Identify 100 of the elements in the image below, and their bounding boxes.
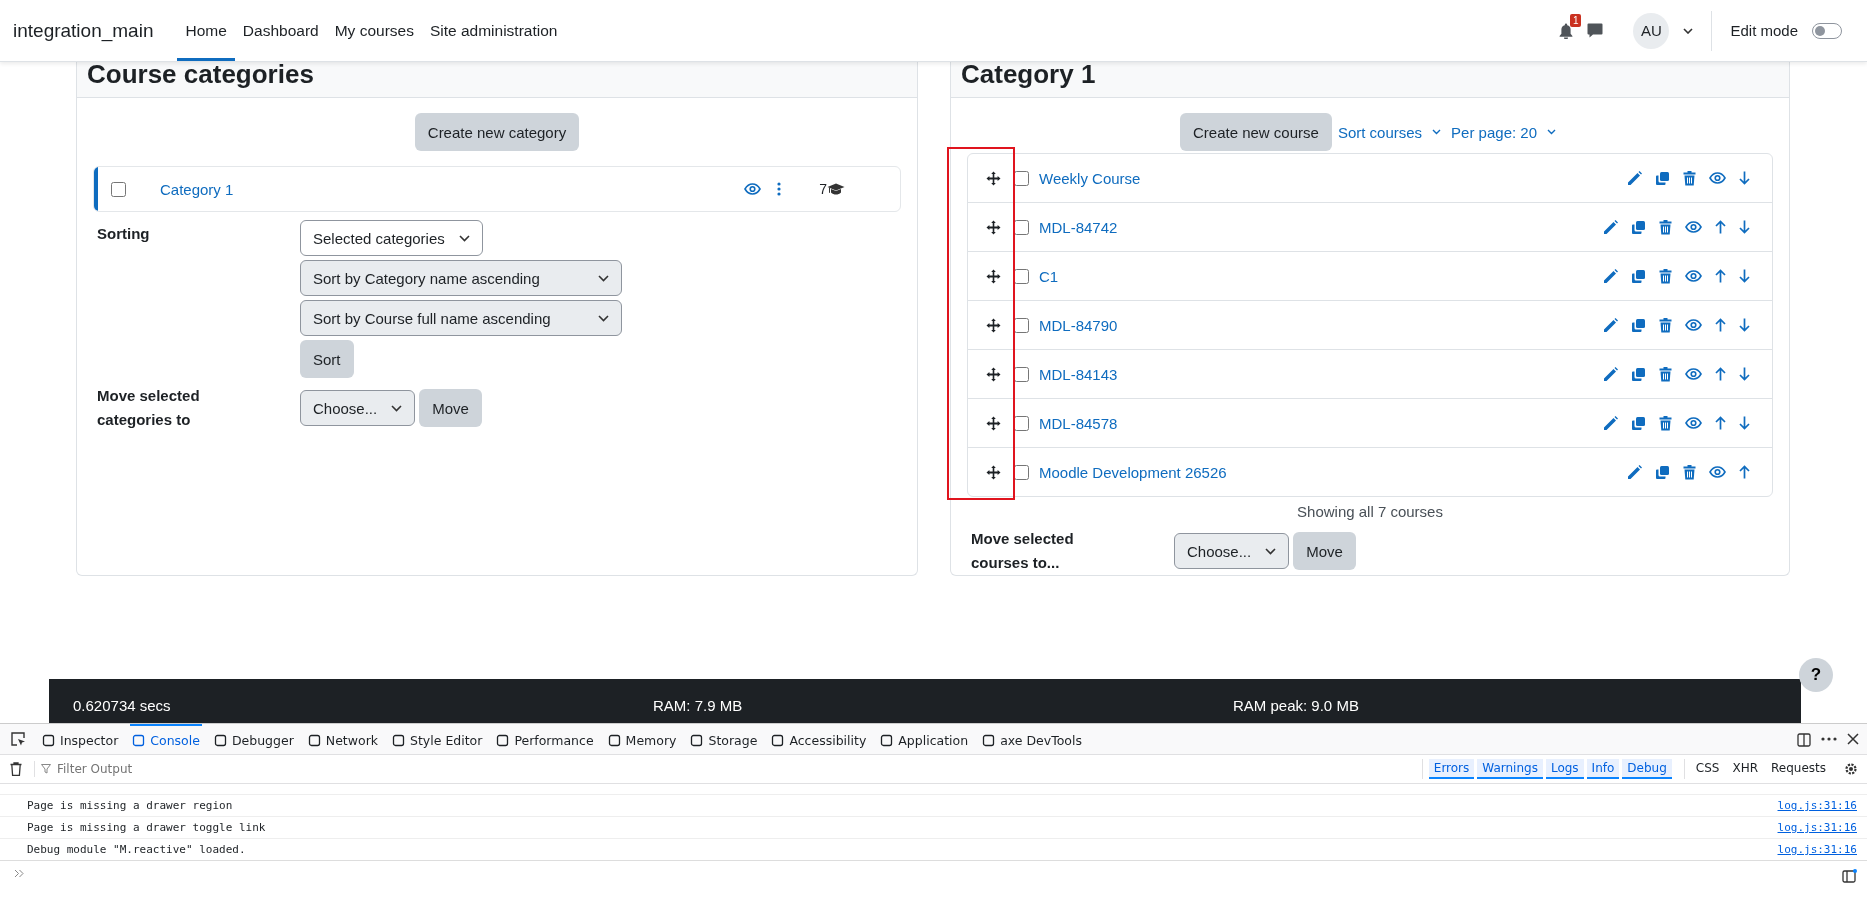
course-checkbox[interactable] (1014, 219, 1029, 235)
request-type-filter[interactable]: Requests (1766, 759, 1831, 779)
arrow-up-icon[interactable] (1715, 269, 1726, 283)
arrow-up-icon[interactable] (1739, 465, 1750, 479)
devtools-tab[interactable]: Application (878, 724, 971, 754)
log-level-filter[interactable]: Debug (1622, 759, 1672, 779)
eye-icon[interactable] (1685, 221, 1702, 233)
element-picker-icon[interactable] (10, 731, 26, 747)
category-checkbox[interactable] (111, 181, 126, 197)
arrow-down-icon[interactable] (1739, 220, 1750, 234)
scope-select[interactable]: Selected categories (300, 220, 483, 256)
dock-icon[interactable] (1797, 731, 1811, 747)
source-link[interactable]: log.js:31:16 (1777, 821, 1857, 834)
devtools-tab[interactable]: Style Editor (390, 724, 485, 754)
pencil-icon[interactable] (1627, 170, 1642, 186)
chat-bubble-icon[interactable] (1587, 23, 1604, 38)
course-checkbox[interactable] (1014, 366, 1029, 382)
log-level-filter[interactable]: Info (1586, 759, 1620, 779)
trash-icon[interactable] (1659, 219, 1672, 235)
devtools-tab[interactable]: Performance (494, 724, 596, 754)
move-handle-icon[interactable] (986, 366, 1001, 382)
sort-courses-menu[interactable]: Sort courses (1337, 123, 1446, 141)
devtools-tab[interactable]: Storage (688, 724, 760, 754)
pencil-icon[interactable] (1603, 268, 1618, 284)
devtools-tab[interactable]: Console (130, 724, 202, 754)
eye-icon[interactable] (1709, 466, 1726, 478)
arrow-down-icon[interactable] (1739, 367, 1750, 381)
sort-button[interactable]: Sort (300, 340, 354, 378)
course-checkbox[interactable] (1014, 170, 1029, 186)
course-checkbox[interactable] (1014, 464, 1029, 480)
per-page-menu[interactable]: Per page: 20 (1451, 123, 1560, 141)
course-link[interactable]: MDL-84790 (1039, 316, 1118, 334)
pencil-icon[interactable] (1603, 366, 1618, 382)
course-link[interactable]: Weekly Course (1039, 169, 1141, 187)
log-level-filter[interactable]: Errors (1428, 759, 1475, 779)
sidebar-toggle-icon[interactable] (1842, 869, 1857, 883)
pencil-icon[interactable] (1603, 219, 1618, 235)
more-options-icon[interactable] (1821, 737, 1837, 741)
course-checkbox[interactable] (1014, 317, 1029, 333)
move-button[interactable]: Move (419, 389, 482, 427)
site-name[interactable]: integration_main (13, 19, 154, 42)
copy-icon[interactable] (1655, 464, 1670, 480)
course-link[interactable]: C1 (1039, 267, 1059, 285)
course-checkbox[interactable] (1014, 268, 1029, 284)
devtools-tab[interactable]: Network (305, 724, 380, 754)
eye-icon[interactable] (744, 183, 762, 195)
arrow-up-icon[interactable] (1715, 416, 1726, 430)
category-sort-select[interactable]: Sort by Category name ascending (300, 260, 622, 296)
course-sort-select[interactable]: Sort by Course full name ascending (300, 300, 622, 336)
eye-icon[interactable] (1685, 417, 1702, 429)
copy-icon[interactable] (1631, 268, 1646, 284)
destination-select[interactable]: Choose... (1174, 533, 1290, 569)
arrow-up-icon[interactable] (1715, 220, 1726, 234)
user-avatar[interactable]: AU (1633, 12, 1670, 49)
course-link[interactable]: MDL-84143 (1039, 365, 1118, 383)
devtools-tab[interactable]: Accessibility (769, 724, 869, 754)
course-checkbox[interactable] (1014, 415, 1029, 431)
eye-icon[interactable] (1685, 368, 1702, 380)
devtools-tab[interactable]: axe DevTools (980, 724, 1084, 754)
move-handle-icon[interactable] (986, 415, 1001, 431)
eye-icon[interactable] (1709, 172, 1726, 184)
arrow-down-icon[interactable] (1739, 171, 1750, 185)
help-button[interactable]: ? (1799, 658, 1833, 692)
move-handle-icon[interactable] (986, 268, 1001, 284)
arrow-up-icon[interactable] (1715, 367, 1726, 381)
pencil-icon[interactable] (1603, 317, 1618, 333)
request-type-filter[interactable]: XHR (1727, 759, 1763, 779)
category-row[interactable]: Category 1 7 (93, 166, 901, 212)
devtools-tab[interactable]: Inspector (40, 724, 121, 754)
bell-icon[interactable] (1559, 22, 1574, 39)
request-type-filter[interactable]: CSS (1690, 759, 1725, 779)
log-level-filter[interactable]: Logs (1545, 759, 1584, 779)
trash-icon[interactable] (1659, 268, 1672, 284)
create-course-button[interactable]: Create new course (1180, 113, 1332, 151)
course-link[interactable]: Moodle Development 26526 (1039, 463, 1227, 481)
arrow-down-icon[interactable] (1739, 269, 1750, 283)
move-handle-icon[interactable] (986, 219, 1001, 235)
eye-icon[interactable] (1685, 270, 1702, 282)
move-button[interactable]: Move (1293, 532, 1356, 570)
move-handle-icon[interactable] (986, 317, 1001, 333)
copy-icon[interactable] (1631, 219, 1646, 235)
arrow-down-icon[interactable] (1739, 318, 1750, 332)
close-icon[interactable] (1847, 733, 1859, 745)
arrow-up-icon[interactable] (1715, 318, 1726, 332)
devtools-tab[interactable]: Debugger (211, 724, 296, 754)
trash-icon[interactable] (1659, 317, 1672, 333)
source-link[interactable]: log.js:31:16 (1777, 799, 1857, 812)
copy-icon[interactable] (1631, 415, 1646, 431)
pencil-icon[interactable] (1603, 415, 1618, 431)
eye-icon[interactable] (1685, 319, 1702, 331)
settings-icon[interactable] (1843, 761, 1859, 777)
trash-icon[interactable] (1659, 366, 1672, 382)
trash-icon[interactable] (10, 762, 22, 776)
caret-icon[interactable] (1683, 27, 1694, 34)
trash-icon[interactable] (1659, 415, 1672, 431)
destination-select[interactable]: Choose... (300, 390, 416, 426)
move-handle-icon[interactable] (986, 464, 1001, 480)
arrow-down-icon[interactable] (1739, 416, 1750, 430)
trash-icon[interactable] (1683, 464, 1696, 480)
trash-icon[interactable] (1683, 170, 1696, 186)
